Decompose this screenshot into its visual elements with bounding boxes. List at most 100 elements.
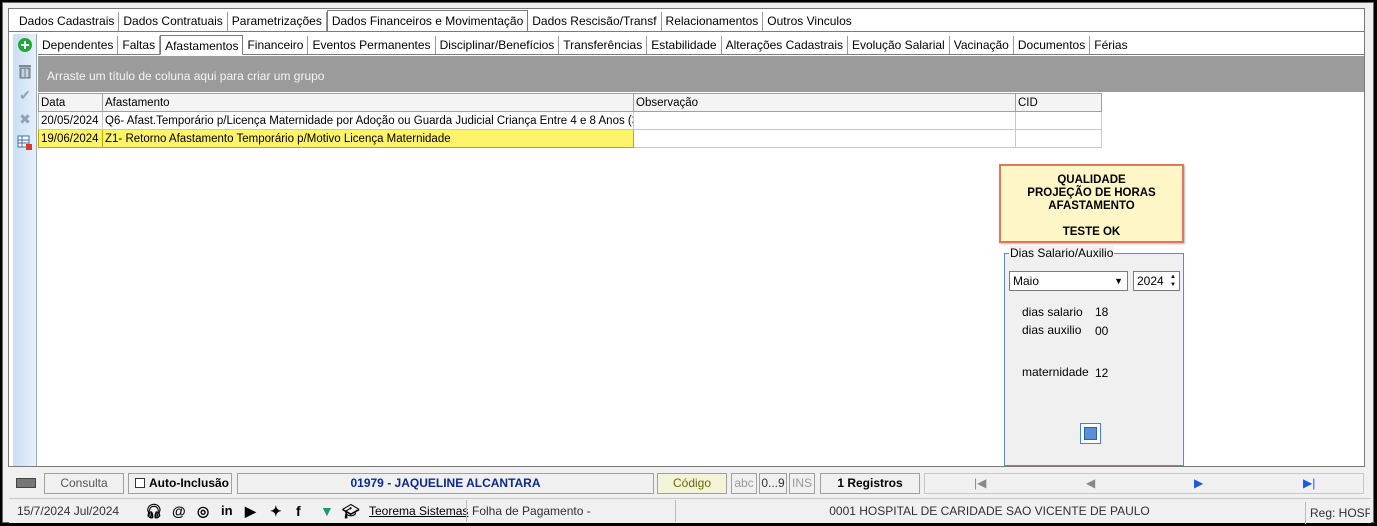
cell-data[interactable]: 19/06/2024 [38, 129, 103, 148]
afastamentos-grid: Data Afastamento Observação CID 20/05/20… [38, 93, 1102, 148]
cell-cid[interactable] [1015, 129, 1102, 148]
tab-dados-financeiros[interactable]: Dados Financeiros e Movimentação [326, 10, 529, 31]
tab-transferencias[interactable]: Transferências [559, 36, 648, 54]
tab-evolucao-salarial[interactable]: Evolução Salarial [848, 36, 950, 54]
at-sign-icon[interactable]: @ [172, 503, 186, 519]
grid-header-row: Data Afastamento Observação CID [38, 93, 1102, 112]
teorema-link[interactable]: Teorema Sistemas [369, 500, 468, 522]
cell-observacao[interactable] [633, 111, 1016, 130]
instagram-icon[interactable]: ◎ [197, 503, 209, 519]
record-count: 1 Registros [820, 473, 920, 494]
ins-indicator: INS [789, 473, 815, 494]
record-toolbar: ✔ ✖ [13, 34, 37, 466]
note-line-3: AFASTAMENTO [1048, 200, 1135, 212]
cell-afastamento[interactable]: Z1- Retorno Afastamento Temporário p/Mot… [102, 129, 634, 148]
check-icon: ✔ [19, 86, 31, 103]
top-tab-bar: Dados Cadastrais Dados Contratuais Param… [8, 8, 1365, 31]
tab-financeiro[interactable]: Financeiro [243, 36, 309, 54]
auto-inclusao-checkbox[interactable]: Auto-Inclusão [128, 473, 232, 494]
youtube-icon[interactable]: ▶ [245, 503, 256, 519]
tab-dados-cadastrais[interactable]: Dados Cadastrais [15, 12, 120, 31]
tab-relacionamentos[interactable]: Relacionamentos [662, 12, 764, 31]
tab-ferias[interactable]: Férias [1090, 36, 1131, 54]
cell-data[interactable]: 20/05/2024 [38, 111, 103, 130]
grid-options-button[interactable] [16, 134, 34, 152]
employee-name: 01979 - JAQUELINE ALCANTARA [237, 473, 654, 494]
last-record-icon[interactable]: ▶| [1303, 476, 1315, 490]
maternidade-value: 12 [1095, 366, 1109, 380]
teorema-logo-icon[interactable]: ▼ [320, 503, 334, 519]
spin-arrows-icon[interactable]: ▲ ▼ [1170, 273, 1176, 289]
record-navigator [924, 473, 1364, 494]
sub-tab-bar: Dependentes Faltas Afastamentos Financei… [38, 34, 1364, 55]
cell-cid[interactable] [1015, 111, 1102, 130]
cancel-button[interactable]: ✖ [16, 110, 34, 128]
note-line-1: QUALIDADE [1057, 174, 1126, 186]
tab-dados-rescisao[interactable]: Dados Rescisão/Transf [528, 12, 662, 31]
calculator-icon [1084, 427, 1097, 440]
tab-disciplinar-beneficios[interactable]: Disciplinar/Benefícios [436, 36, 560, 54]
status-date: 15/7/2024 Jul/2024 [17, 504, 120, 518]
year-spinner[interactable]: 2024 ▲ ▼ [1133, 271, 1180, 291]
tab-dados-contratuais[interactable]: Dados Contratuais [119, 12, 228, 31]
table-row[interactable]: 20/05/2024 Q6- Afast.Temporário p/Licenç… [38, 111, 1102, 130]
tab-estabilidade[interactable]: Estabilidade [647, 36, 722, 54]
previous-record-icon[interactable]: ◀ [1086, 476, 1095, 490]
first-record-icon[interactable]: |◀ [974, 476, 986, 490]
close-icon: ✖ [19, 110, 31, 127]
cell-afastamento[interactable]: Q6- Afast.Temporário p/Licença Maternida… [102, 111, 634, 130]
codigo-button[interactable]: Código [657, 473, 727, 494]
keyboard-icon[interactable] [16, 478, 36, 488]
grid-settings-icon [17, 135, 32, 150]
dias-salario-value: 18 [1095, 305, 1109, 319]
abc-search-button[interactable]: abc [731, 473, 757, 494]
tab-parametrizacoes[interactable]: Parametrizações [228, 12, 327, 31]
year-value: 2024 [1137, 274, 1164, 288]
groupbox-title: Dias Salario/Auxilio [1009, 246, 1115, 260]
tab-faltas[interactable]: Faltas [118, 36, 161, 54]
dias-auxilio-value: 00 [1095, 324, 1109, 338]
headset-icon[interactable]: 🎧︎ [145, 503, 163, 519]
column-header-afastamento[interactable]: Afastamento [102, 93, 634, 112]
tab-afastamentos[interactable]: Afastamentos [160, 35, 244, 55]
cell-observacao[interactable] [633, 129, 1016, 148]
company-name: 0001 HOSPITAL DE CARIDADE SAO VICENTE DE… [675, 500, 1303, 522]
chevron-down-icon: ▼ [1114, 276, 1123, 286]
column-header-observacao[interactable]: Observação [633, 93, 1016, 112]
column-header-data[interactable]: Data [38, 93, 103, 112]
graduation-cap-icon[interactable]: 🎓︎ [342, 503, 360, 519]
twitter-icon[interactable]: ✦ [270, 503, 282, 519]
plus-icon [18, 38, 32, 52]
tab-dependentes[interactable]: Dependentes [38, 36, 119, 54]
tab-outros-vinculos[interactable]: Outros Vinculos [763, 12, 856, 31]
consulta-button[interactable]: Consulta [44, 473, 124, 494]
note-line-2: PROJEÇÃO DE HORAS [1027, 187, 1156, 199]
quality-note: QUALIDADE PROJEÇÃO DE HORAS AFASTAMENTO … [999, 164, 1184, 243]
month-value: Maio [1013, 274, 1040, 288]
trash-icon [19, 65, 31, 79]
numeric-search-button[interactable]: 0...9 [759, 473, 787, 494]
maternidade-label: maternidade [1022, 365, 1089, 379]
app-version: Folha de Pagamento - v.24.05a07.15a [466, 500, 671, 522]
tab-vacinacao[interactable]: Vacinação [950, 36, 1014, 54]
group-by-area[interactable]: Arraste um título de coluna aqui para cr… [38, 56, 1364, 92]
dias-salario-label: dias salario [1022, 305, 1083, 319]
confirm-button[interactable]: ✔ [16, 86, 34, 104]
dias-auxilio-label: dias auxilio [1022, 323, 1082, 337]
auto-inclusao-label: Auto-Inclusão [149, 476, 229, 490]
add-record-button[interactable] [16, 36, 34, 54]
note-line-4: TESTE OK [1062, 226, 1121, 238]
column-header-cid[interactable]: CID [1015, 93, 1102, 112]
tab-eventos-permanentes[interactable]: Eventos Permanentes [308, 36, 436, 54]
tab-documentos[interactable]: Documentos [1014, 36, 1091, 54]
tab-alteracoes-cadastrais[interactable]: Alterações Cadastrais [722, 36, 848, 54]
calculate-button[interactable] [1080, 423, 1101, 444]
reg-indicator: Reg: HOSP.D [1305, 502, 1370, 524]
table-row-selected[interactable]: 19/06/2024 Z1- Retorno Afastamento Tempo… [38, 129, 1102, 148]
checkbox-icon[interactable] [135, 478, 145, 488]
facebook-icon[interactable]: f [296, 503, 301, 519]
month-select[interactable]: Maio ▼ [1009, 271, 1128, 291]
delete-record-button[interactable] [16, 62, 34, 80]
linkedin-icon[interactable]: in [221, 503, 233, 519]
next-record-icon[interactable]: ▶ [1194, 476, 1203, 490]
